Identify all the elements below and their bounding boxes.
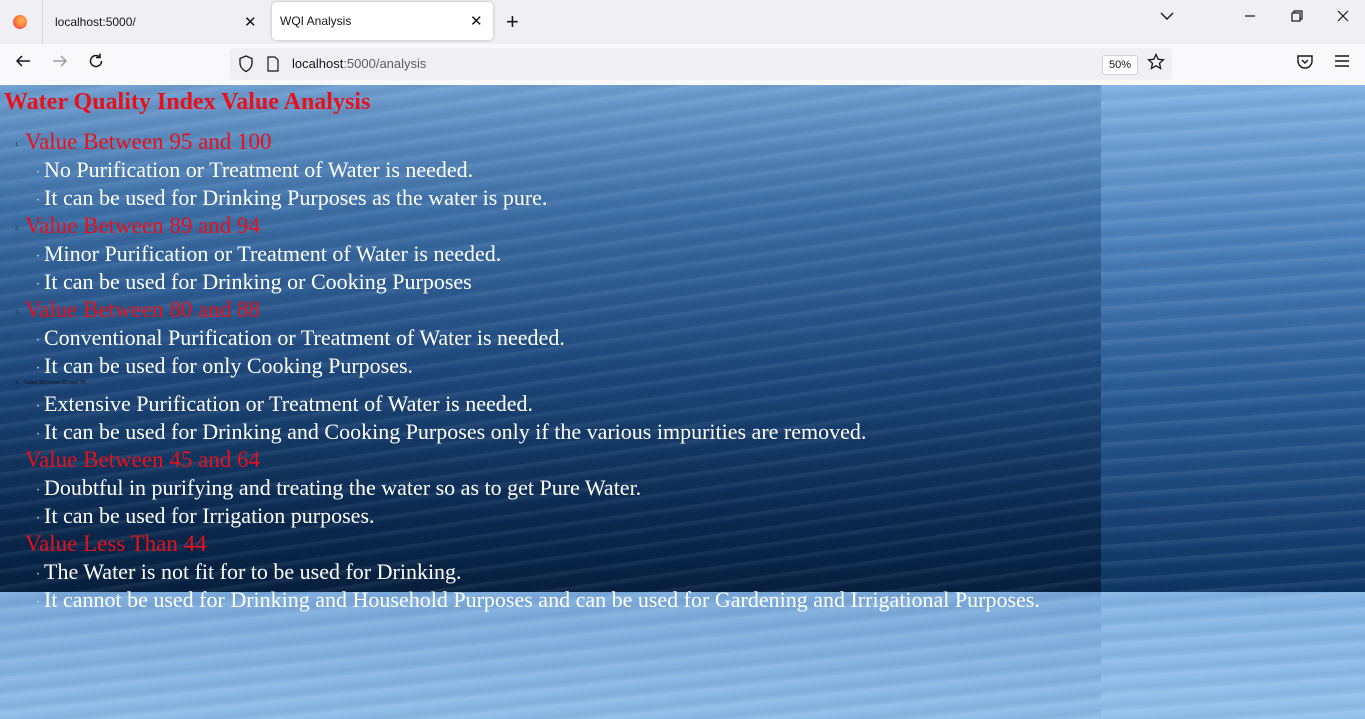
bullet: •	[37, 198, 40, 204]
tab-strip: localhost:5000/ ✕ WQI Analysis ✕ +	[0, 0, 1365, 44]
list-marker: 1.	[15, 142, 20, 148]
list-marker: 2.	[15, 226, 20, 232]
range-description: Extensive Purification or Treatment of W…	[44, 391, 534, 416]
list-marker: 3.	[15, 310, 20, 316]
bullet: •	[37, 432, 40, 438]
range-description: It can be used for Drinking and Cooking …	[44, 419, 867, 444]
url-text[interactable]: localhost:5000/analysis	[292, 56, 426, 71]
bullet: •	[37, 170, 40, 176]
list-marker: 6.	[15, 544, 20, 550]
range-title: Value Between 95 and 100	[25, 129, 272, 154]
firefox-icon	[13, 15, 27, 29]
page-viewport: Water Quality Index Value Analysis 1. Va…	[0, 85, 1365, 719]
range-description: The Water is not fit for to be used for …	[44, 559, 462, 584]
bullet: •	[37, 572, 40, 578]
restore-icon[interactable]	[1290, 8, 1304, 29]
range-description: No Purification or Treatment of Water is…	[44, 157, 474, 182]
bullet: •	[37, 600, 40, 606]
water-background-tile	[1101, 592, 1365, 719]
bullet: •	[37, 404, 40, 410]
list-marker: 5.	[15, 460, 20, 466]
list-marker: 4.	[15, 380, 20, 386]
pocket-icon[interactable]	[1296, 52, 1314, 76]
bullet: •	[37, 488, 40, 494]
minimize-icon[interactable]	[1243, 8, 1257, 29]
url-bar[interactable]: localhost:5000/analysis 50%	[230, 48, 1172, 80]
range-description: Doubtful in purifying and treating the w…	[44, 475, 642, 500]
forward-icon[interactable]	[51, 52, 69, 76]
page-icon	[266, 56, 280, 77]
range-title: Value Less Than 44	[25, 531, 207, 556]
zoom-indicator[interactable]: 50%	[1102, 55, 1138, 75]
bullet: •	[37, 366, 40, 372]
range-description: Conventional Purification or Treatment o…	[44, 325, 565, 350]
star-icon[interactable]	[1147, 52, 1165, 76]
range-description: It can be used for only Cooking Purposes…	[44, 353, 414, 378]
bullet: •	[37, 254, 40, 260]
tab-localhost[interactable]: localhost:5000/ ✕	[0, 0, 270, 44]
navigation-toolbar: localhost:5000/analysis 50%	[0, 44, 1365, 86]
back-icon[interactable]	[14, 52, 32, 76]
tab-title: WQI Analysis	[280, 14, 352, 28]
range-description: It can be used for Drinking Purposes as …	[44, 185, 548, 210]
page-title: Water Quality Index Value Analysis	[4, 89, 371, 115]
tab-title: localhost:5000/	[55, 15, 136, 29]
close-icon[interactable]: ✕	[470, 12, 483, 30]
tab-divider	[42, 0, 43, 44]
tab-wqi-analysis[interactable]: WQI Analysis ✕	[272, 2, 493, 40]
water-background-tile	[1101, 85, 1365, 592]
bullet: •	[37, 338, 40, 344]
range-title: Value Between 45 and 64	[25, 447, 261, 472]
window-close-icon[interactable]	[1336, 8, 1350, 29]
range-title: Value Between 89 and 94	[25, 213, 261, 238]
chevron-down-icon[interactable]	[1159, 8, 1175, 29]
range-description: It cannot be used for Drinking and House…	[44, 587, 1040, 612]
close-icon[interactable]: ✕	[244, 13, 257, 31]
shield-icon[interactable]	[238, 55, 254, 78]
bullet: •	[37, 516, 40, 522]
range-description: It can be used for Irrigation purposes.	[44, 503, 375, 528]
range-title: Value Between 80 and 88	[25, 297, 261, 322]
reload-icon[interactable]	[87, 52, 105, 76]
range-description: It can be used for Drinking or Cooking P…	[44, 269, 472, 294]
bullet: •	[37, 282, 40, 288]
plus-icon[interactable]: +	[506, 9, 519, 35]
menu-icon[interactable]	[1333, 52, 1351, 76]
range-title: Value Between 65 and 79	[24, 380, 86, 386]
range-description: Minor Purification or Treatment of Water…	[44, 241, 502, 266]
